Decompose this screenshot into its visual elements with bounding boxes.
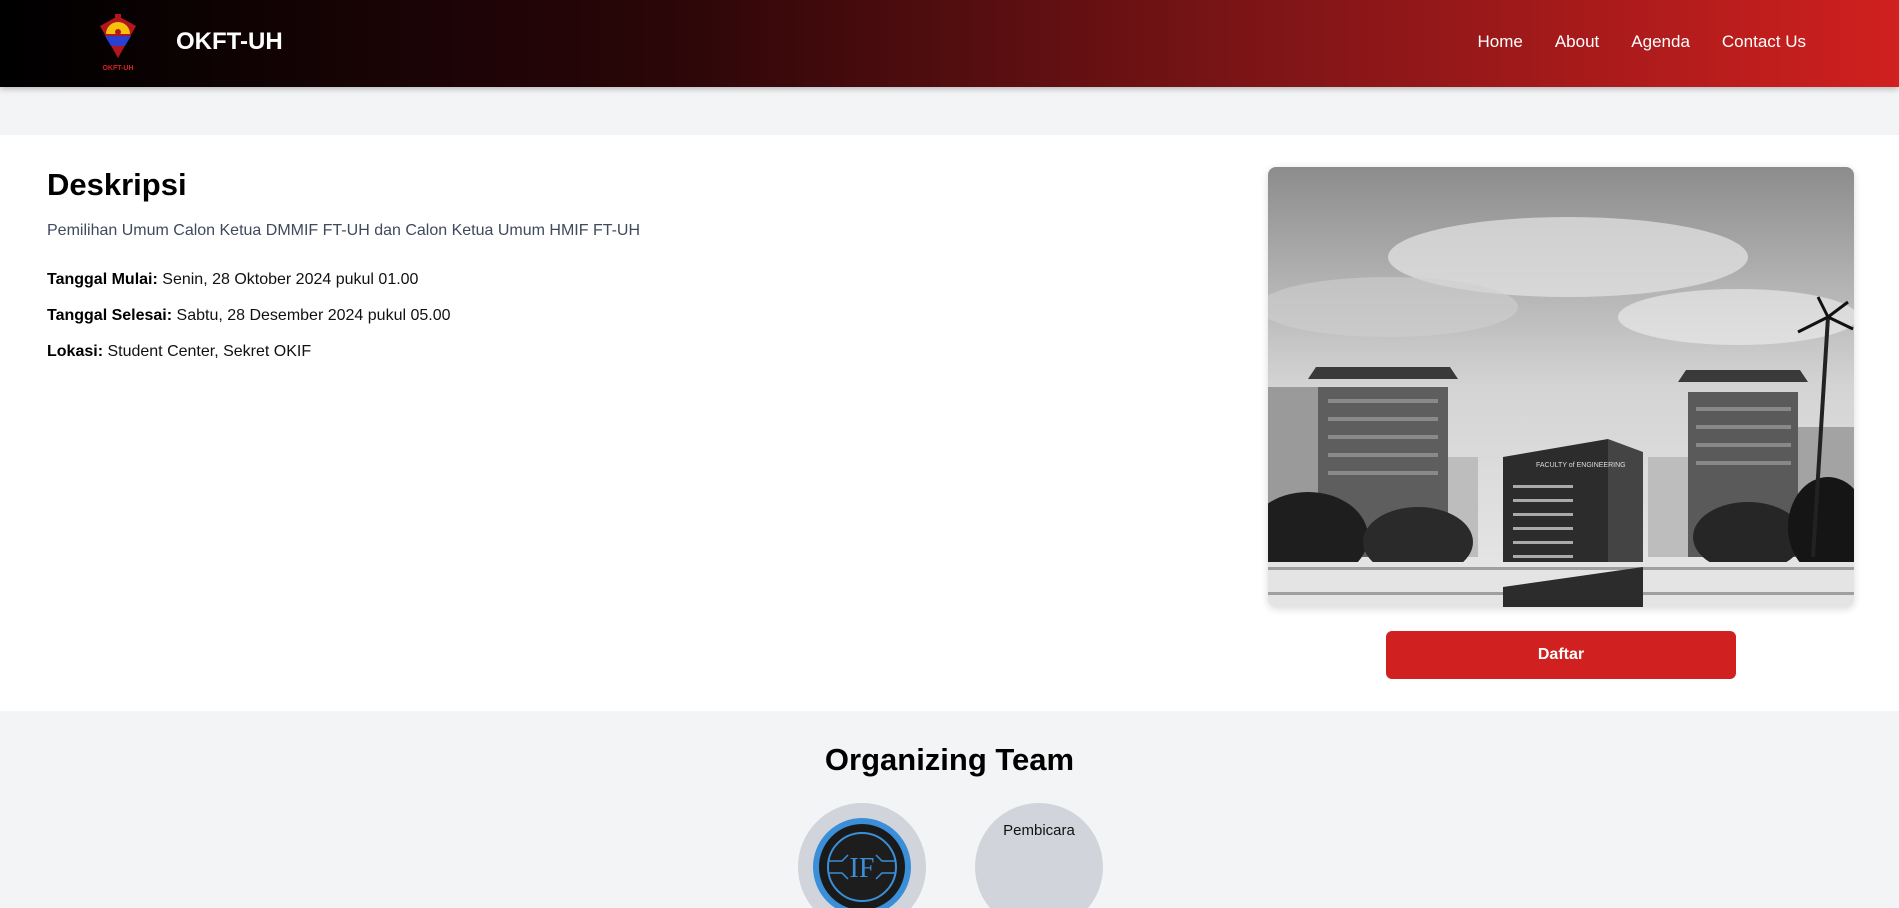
description-heading: Deskripsi — [47, 167, 187, 202]
okft-logo[interactable]: OKFT-UH — [96, 12, 140, 74]
organizer-avatar-speaker: Pembicara — [975, 803, 1103, 908]
logo-text: OKFT-UH — [102, 65, 133, 72]
end-date-label: Tanggal Selesai: — [47, 307, 173, 324]
location-row: Lokasi: Student Center, Sekret OKIF — [47, 343, 311, 361]
end-date-value: Sabtu, 28 Desember 2024 pukul 05.00 — [176, 307, 451, 324]
nav-menu: Home About Agenda Contact Us — [1477, 32, 1806, 52]
nav-home-link[interactable]: Home — [1477, 32, 1522, 52]
event-photo: FACULTY of ENGINEERING — [1268, 167, 1854, 607]
navbar: OKFT-UH OKFT-UH Home About Agenda Contac… — [0, 0, 1899, 87]
end-date-row: Tanggal Selesai: Sabtu, 28 Desember 2024… — [47, 307, 451, 325]
organizer-avatar-if: IF — [798, 803, 926, 908]
event-description: Pemilihan Umum Calon Ketua DMMIF FT-UH d… — [47, 222, 641, 239]
register-button[interactable]: Daftar — [1386, 631, 1736, 679]
speaker-image-alt: Pembicara — [1003, 822, 1075, 839]
faculty-building-image: FACULTY of ENGINEERING — [1268, 167, 1854, 607]
location-label: Lokasi: — [47, 343, 104, 360]
event-detail-section: Deskripsi Pemilihan Umum Calon Ketua DMM… — [0, 135, 1899, 711]
if-logo-text: IF — [850, 853, 875, 884]
nav-contact-link[interactable]: Contact Us — [1722, 32, 1806, 52]
start-date-row: Tanggal Mulai: Senin, 28 Oktober 2024 pu… — [47, 271, 418, 289]
if-organization-logo: IF — [798, 803, 926, 908]
start-date-value: Senin, 28 Oktober 2024 pukul 01.00 — [162, 271, 419, 288]
organizing-team-title: Organizing Team — [824, 742, 1075, 777]
brand-title[interactable]: OKFT-UH — [176, 28, 283, 56]
nav-about-link[interactable]: About — [1555, 32, 1599, 52]
location-value: Student Center, Sekret OKIF — [107, 343, 312, 360]
start-date-label: Tanggal Mulai: — [47, 271, 158, 288]
nav-agenda-link[interactable]: Agenda — [1631, 32, 1690, 52]
building-sign-text: FACULTY of ENGINEERING — [1536, 462, 1626, 469]
